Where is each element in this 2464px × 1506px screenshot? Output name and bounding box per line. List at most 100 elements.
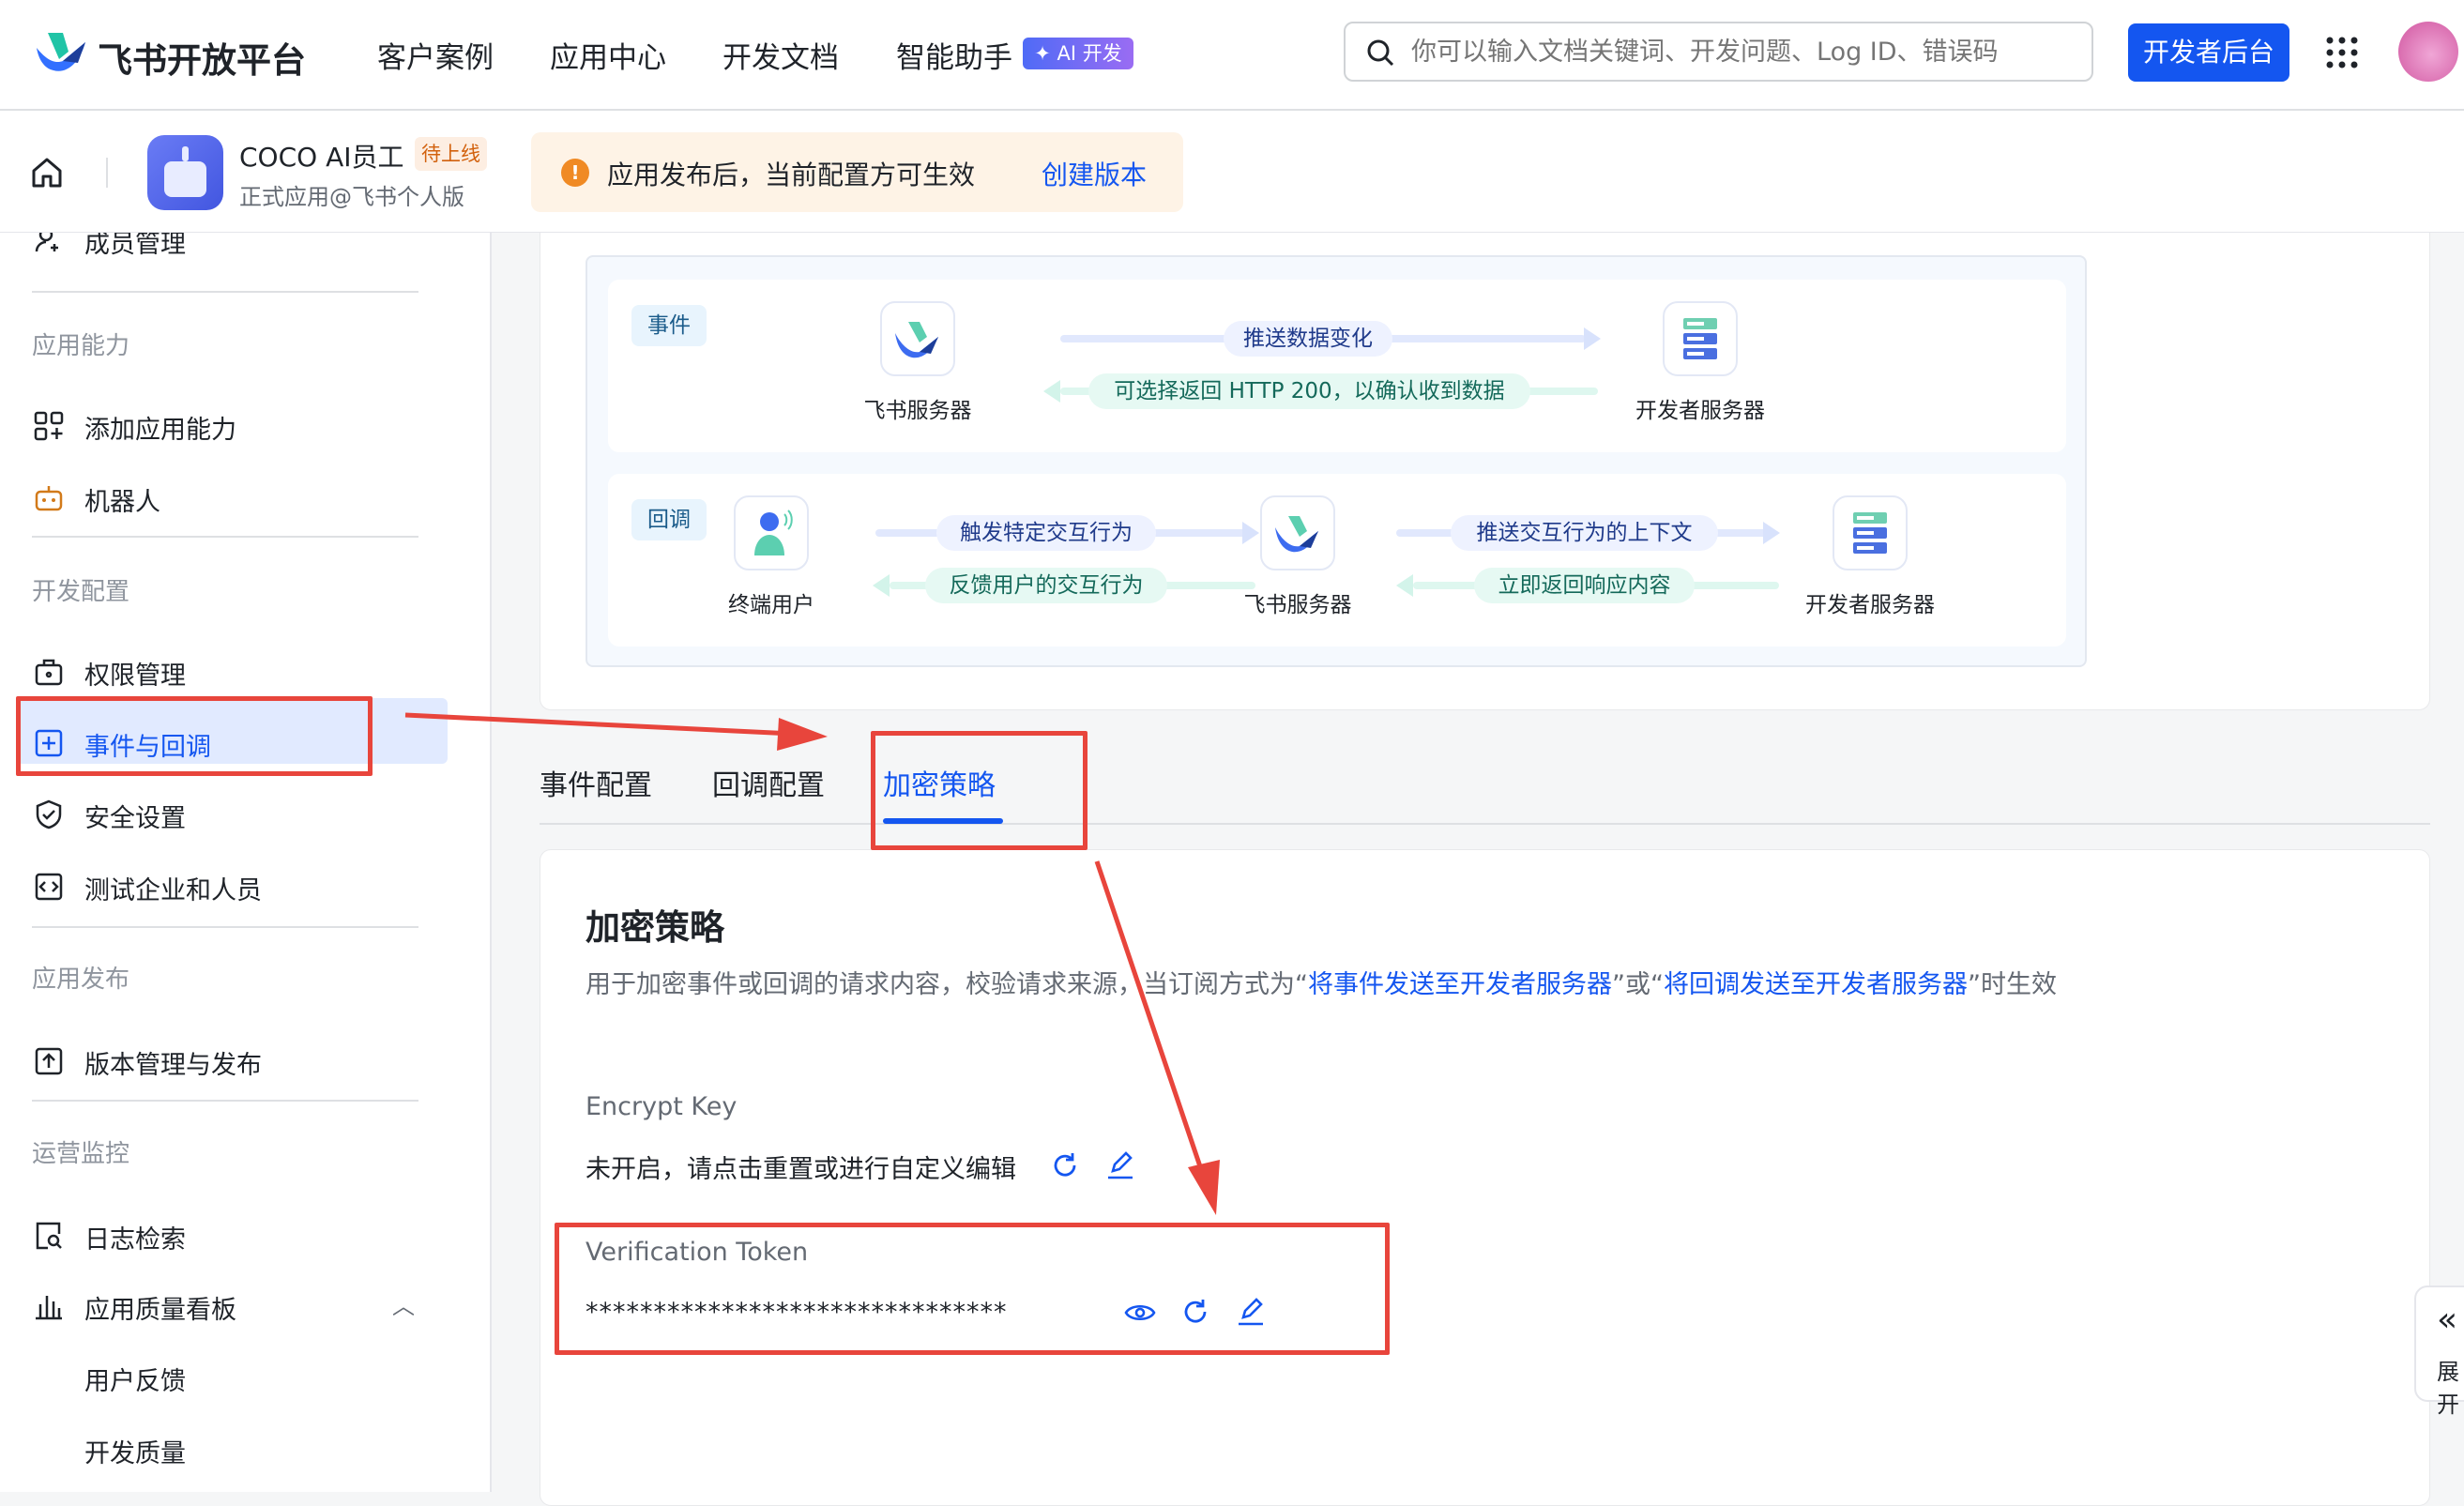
dev-server-icon — [1663, 301, 1738, 376]
feishu-logo-icon — [35, 31, 87, 74]
sidebar-item-add-capability[interactable]: 添加应用能力 — [0, 398, 492, 454]
grid-add-icon — [34, 411, 64, 441]
flow-diagram-card: 事件 飞书服务器 推送数据变化 可选择返回 HTTP 200，以确认收到数据 开… — [540, 188, 2430, 710]
event-row: 事件 飞书服务器 推送数据变化 可选择返回 HTTP 200，以确认收到数据 开… — [608, 280, 2066, 452]
encrypt-key-label: Encrypt Key — [586, 1092, 737, 1121]
feishu-server-icon — [1260, 495, 1335, 570]
sidebar-item-bot[interactable]: 机器人 — [0, 470, 492, 526]
sidebar-item-label: 日志检索 — [84, 1219, 186, 1255]
sidebar-item-security[interactable]: 安全设置 — [0, 786, 492, 843]
end-user-icon — [734, 495, 809, 570]
ack-pill: 可选择返回 HTTP 200，以确认收到数据 — [1088, 373, 1530, 409]
sidebar: 成员管理 应用能力 添加应用能力 机器人 开发配置 权限管理 事件与回调 安全设… — [0, 233, 492, 1492]
sidebar-item-feedback[interactable]: 用户反馈 — [0, 1349, 492, 1406]
group-ops: 运营监控 — [32, 1134, 129, 1169]
search-input[interactable] — [1344, 22, 2093, 82]
arrow-head-icon — [1584, 327, 1601, 350]
diagram-box: 事件 飞书服务器 推送数据变化 可选择返回 HTTP 200，以确认收到数据 开… — [586, 255, 2087, 667]
sidebar-item-label: 用户反馈 — [84, 1361, 186, 1397]
respond-pill: 立即返回响应内容 — [1474, 568, 1695, 603]
tab-bar-border — [540, 823, 2430, 825]
sidebar-item-label: 版本管理与发布 — [84, 1044, 262, 1081]
top-bar: 飞书开放平台 客户案例 应用中心 开发文档 智能助手 ✦ AI 开发 开发者后台 — [0, 0, 2464, 111]
nav-docs[interactable]: 开发文档 — [722, 34, 839, 76]
dev-server-icon — [1833, 495, 1908, 570]
tab-event-config[interactable]: 事件配置 — [540, 762, 652, 803]
arrow-head-icon — [1396, 574, 1413, 597]
trigger-pill: 触发特定交互行为 — [936, 515, 1156, 551]
home-icon[interactable] — [30, 156, 64, 190]
notice-text: 应用发布后，当前配置方可生效 — [607, 155, 975, 192]
divider — [106, 158, 108, 188]
search-icon — [1365, 38, 1395, 68]
bot-icon — [34, 483, 64, 513]
event-tag: 事件 — [631, 305, 707, 346]
code-icon — [34, 872, 64, 902]
desc-text: ”时生效 — [1968, 970, 2057, 999]
feedback-pill: 反馈用户的交互行为 — [925, 568, 1167, 603]
divider — [32, 291, 418, 293]
sidebar-item-quality[interactable]: 应用质量看板 ︿ — [0, 1278, 492, 1334]
dev-server-label: 开发者服务器 — [1606, 392, 1794, 424]
callback-tag: 回调 — [631, 499, 707, 540]
shield-icon — [34, 799, 64, 829]
feishu-server-label: 飞书服务器 — [1204, 586, 1392, 618]
dev-console-button[interactable]: 开发者后台 — [2128, 23, 2289, 82]
arrow-head-icon — [1043, 380, 1060, 403]
briefcase-icon — [34, 657, 64, 687]
ai-badge-label: AI 开发 — [1057, 42, 1122, 65]
brand-title[interactable]: 飞书开放平台 — [98, 32, 306, 83]
create-version-link[interactable]: 创建版本 — [1042, 155, 1147, 192]
ai-dev-badge[interactable]: ✦ AI 开发 — [1023, 38, 1133, 69]
arrow-head-icon — [1242, 522, 1259, 544]
callback-server-link[interactable]: 将回调发送至开发者服务器 — [1664, 970, 1968, 999]
avatar[interactable] — [2398, 22, 2458, 82]
sidebar-item-label: 权限管理 — [84, 655, 186, 692]
sidebar-item-label: 添加应用能力 — [84, 409, 236, 446]
callback-row: 回调 终端用户 触发特定交互行为 反馈用户的交互行为 飞书服务器 推送交互行为的… — [608, 474, 2066, 647]
sidebar-item-label: 应用质量看板 — [84, 1289, 236, 1326]
nav-app-center[interactable]: 应用中心 — [550, 34, 666, 76]
warning-icon: ! — [561, 159, 589, 187]
encrypt-key-value: 未开启，请点击重置或进行自定义编辑 — [586, 1149, 1016, 1185]
annotation-arrowhead — [777, 718, 828, 751]
publish-notice: ! 应用发布后，当前配置方可生效 创建版本 — [531, 132, 1183, 212]
arrow-head-icon — [1763, 522, 1780, 544]
divider — [32, 926, 418, 928]
group-capability: 应用能力 — [32, 327, 129, 361]
nav-cases[interactable]: 客户案例 — [377, 34, 494, 76]
divider — [32, 1100, 418, 1102]
app-header: COCO AI员工 待上线 正式应用@飞书个人版 ! 应用发布后，当前配置方可生… — [0, 111, 2464, 233]
desc-text: 用于加密事件或回调的请求内容，校验请求来源，当订阅方式为“ — [586, 970, 1308, 999]
sidebar-item-logs[interactable]: 日志检索 — [0, 1208, 492, 1264]
sidebar-item-test[interactable]: 测试企业和人员 — [0, 859, 492, 915]
sidebar-item-dev-quality[interactable]: 开发质量 — [0, 1422, 492, 1478]
encryption-card: 加密策略 用于加密事件或回调的请求内容，校验请求来源，当订阅方式为“将事件发送至… — [540, 849, 2430, 1506]
arrow-head-icon — [873, 574, 890, 597]
chevron-up-icon[interactable]: ︿ — [392, 1287, 415, 1320]
event-server-link[interactable]: 将事件发送至开发者服务器 — [1308, 970, 1612, 999]
sidebar-item-label: 测试企业和人员 — [84, 870, 262, 906]
push-data-pill: 推送数据变化 — [1224, 321, 1392, 357]
nav-assistant[interactable]: 智能助手 — [896, 34, 1012, 76]
annotation-box-tab — [871, 731, 1088, 850]
bar-chart-icon — [34, 1291, 64, 1321]
divider — [32, 536, 418, 538]
sidebar-item-version[interactable]: 版本管理与发布 — [0, 1033, 492, 1089]
sidebar-item-label: 安全设置 — [84, 798, 186, 834]
edit-icon[interactable] — [1105, 1149, 1135, 1180]
apps-grid-icon[interactable] — [2325, 36, 2359, 69]
section-title: 加密策略 — [586, 899, 724, 950]
tab-callback-config[interactable]: 回调配置 — [712, 762, 825, 803]
group-publish: 应用发布 — [32, 960, 129, 995]
expand-panel-button[interactable]: « 展开 — [2414, 1285, 2464, 1402]
annotation-box-token — [555, 1223, 1390, 1355]
sidebar-item-permissions[interactable]: 权限管理 — [0, 644, 492, 700]
feishu-server-label: 飞书服务器 — [824, 392, 1011, 424]
app-name: COCO AI员工 — [239, 137, 404, 175]
group-dev-config: 开发配置 — [32, 572, 129, 607]
desc-text: ”或“ — [1612, 970, 1664, 999]
refresh-icon[interactable] — [1050, 1150, 1080, 1180]
feishu-server-icon — [880, 301, 955, 376]
app-icon — [147, 135, 223, 210]
